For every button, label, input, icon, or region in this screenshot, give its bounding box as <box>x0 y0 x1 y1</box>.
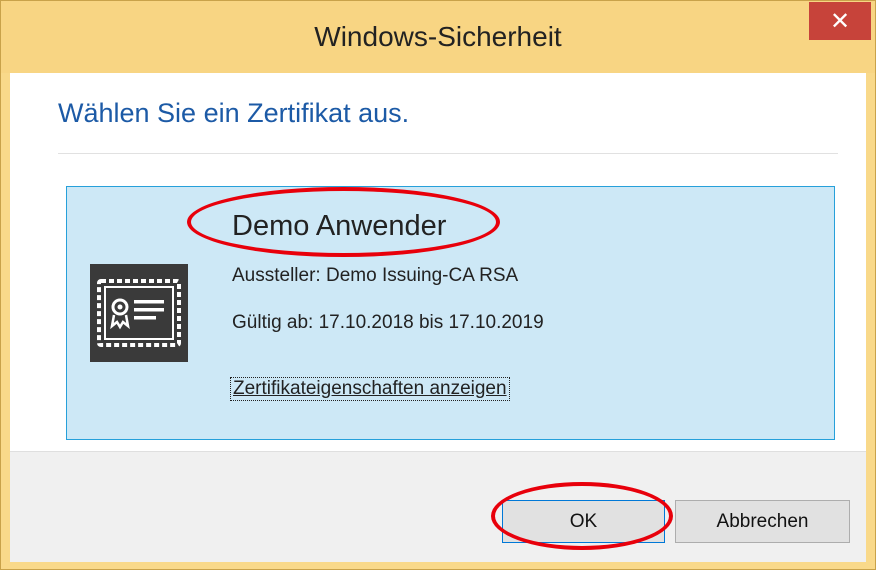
ok-button[interactable]: OK <box>502 500 665 543</box>
window-title: Windows-Sicherheit <box>314 21 562 52</box>
security-dialog-window: Windows-Sicherheit ✕ Wählen Sie ein Zert… <box>0 0 876 570</box>
button-bar: OK Abbrechen <box>10 451 866 562</box>
certificate-icon-graphic <box>97 279 181 347</box>
certificate-item[interactable]: Demo Anwender Aussteller: Demo Issuing-C… <box>66 186 835 440</box>
dialog-body: Wählen Sie ein Zertifikat aus. Demo Anwe… <box>10 73 866 562</box>
certificate-name: Demo Anwender <box>232 210 447 242</box>
certificate-issuer: Aussteller: Demo Issuing-CA RSA <box>232 265 519 286</box>
certificate-icon <box>90 264 188 362</box>
close-button[interactable]: ✕ <box>809 2 871 40</box>
cancel-button[interactable]: Abbrechen <box>675 500 850 543</box>
close-icon: ✕ <box>829 7 851 35</box>
certificate-validity: Gültig ab: 17.10.2018 bis 17.10.2019 <box>232 312 544 333</box>
heading-divider <box>58 153 838 154</box>
dialog-heading: Wählen Sie ein Zertifikat aus. <box>58 98 410 128</box>
certificate-properties-link[interactable]: Zertifikateigenschaften anzeigen <box>230 377 510 401</box>
title-bar[interactable]: Windows-Sicherheit ✕ <box>1 1 875 73</box>
